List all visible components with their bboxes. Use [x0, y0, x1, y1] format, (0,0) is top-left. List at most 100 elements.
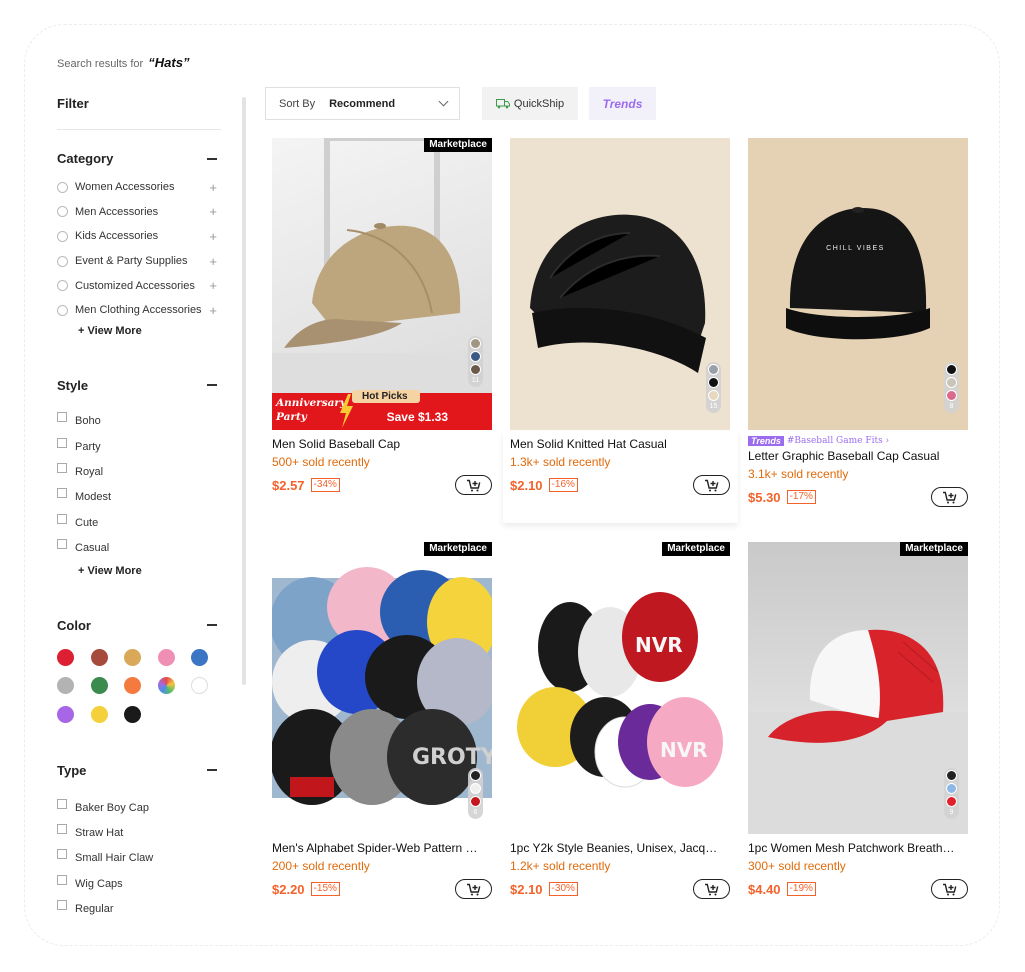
- expand-plus-icon[interactable]: +: [209, 229, 217, 244]
- trends-tag[interactable]: Trends #Baseball Game Fits ›: [748, 436, 968, 446]
- category-item[interactable]: Men Accessories +: [57, 200, 221, 225]
- type-item[interactable]: Baker Boy Cap: [57, 795, 221, 820]
- product-card[interactable]: 15 Men Solid Knitted Hat Casual 1.3k+ so…: [510, 138, 730, 495]
- style-view-more[interactable]: + View More: [78, 565, 221, 577]
- color-dot[interactable]: [470, 364, 481, 375]
- color-swatch[interactable]: [57, 705, 74, 723]
- add-to-cart-button[interactable]: [693, 475, 730, 495]
- color-dot[interactable]: [708, 364, 719, 375]
- trends-button[interactable]: Trends: [589, 87, 656, 120]
- style-item[interactable]: Modest: [57, 485, 221, 510]
- expand-plus-icon[interactable]: +: [209, 254, 217, 269]
- color-dot[interactable]: [470, 796, 481, 807]
- color-dot[interactable]: [470, 783, 481, 794]
- color-dot[interactable]: [946, 783, 957, 794]
- radio-icon[interactable]: [57, 206, 68, 218]
- color-swatch[interactable]: [90, 705, 108, 723]
- checkbox[interactable]: [57, 900, 67, 911]
- checkbox[interactable]: [57, 488, 67, 499]
- collapse-icon[interactable]: [207, 769, 217, 772]
- style-item[interactable]: Cute: [57, 510, 221, 535]
- color-dot[interactable]: [946, 377, 957, 388]
- style-header[interactable]: Style: [57, 378, 221, 393]
- color-swatch[interactable]: [90, 648, 108, 666]
- color-swatch[interactable]: [57, 677, 74, 695]
- add-to-cart-button[interactable]: [931, 487, 968, 507]
- category-item[interactable]: Event & Party Supplies +: [57, 249, 221, 274]
- add-to-cart-button[interactable]: [693, 879, 730, 899]
- checkbox[interactable]: [57, 539, 67, 550]
- type-item[interactable]: Small Hair Claw: [57, 846, 221, 871]
- collapse-icon[interactable]: [207, 384, 217, 387]
- category-item[interactable]: Customized Accessories +: [57, 273, 221, 298]
- color-dot[interactable]: [470, 338, 481, 349]
- type-item[interactable]: Straw Hat: [57, 820, 221, 845]
- color-swatch[interactable]: [90, 677, 108, 695]
- product-title[interactable]: Letter Graphic Baseball Cap Casual: [748, 449, 968, 463]
- type-item[interactable]: Wig Caps: [57, 871, 221, 896]
- product-image[interactable]: GROTY Marketplace 6: [272, 542, 492, 834]
- category-item[interactable]: Women Accessories +: [57, 175, 221, 200]
- expand-plus-icon[interactable]: +: [209, 278, 217, 293]
- color-dot[interactable]: [470, 351, 481, 362]
- color-options[interactable]: 6: [468, 768, 483, 819]
- add-to-cart-button[interactable]: [931, 879, 968, 899]
- sidebar-scrollbar[interactable]: [242, 97, 246, 685]
- color-swatch[interactable]: [124, 705, 141, 723]
- product-image[interactable]: NVR NVR Marketplace: [510, 542, 730, 834]
- trends-hashtag[interactable]: #Baseball Game Fits ›: [787, 436, 889, 446]
- collapse-icon[interactable]: [207, 624, 217, 627]
- category-item[interactable]: Kids Accessories +: [57, 224, 221, 249]
- radio-icon[interactable]: [57, 280, 68, 292]
- product-image[interactable]: Marketplace 11 Anniversary Party Hot Pick…: [272, 138, 492, 430]
- color-swatch[interactable]: [124, 677, 141, 695]
- color-dot[interactable]: [470, 770, 481, 781]
- style-item[interactable]: Casual: [57, 536, 221, 561]
- checkbox[interactable]: [57, 823, 67, 834]
- product-image[interactable]: Marketplace 9: [748, 542, 968, 834]
- checkbox[interactable]: [57, 412, 67, 423]
- color-options[interactable]: 11: [468, 336, 483, 387]
- type-header[interactable]: Type: [57, 763, 221, 778]
- sort-by-dropdown[interactable]: Sort By Recommend: [265, 87, 460, 120]
- color-swatch[interactable]: [57, 648, 74, 666]
- checkbox[interactable]: [57, 874, 67, 885]
- color-swatch[interactable]: [124, 648, 141, 666]
- quickship-button[interactable]: QuickShip: [482, 87, 578, 120]
- product-title[interactable]: Men Solid Knitted Hat Casual: [510, 437, 730, 451]
- product-title[interactable]: Men Solid Baseball Cap: [272, 437, 492, 451]
- expand-plus-icon[interactable]: +: [209, 180, 217, 195]
- collapse-icon[interactable]: [207, 157, 217, 160]
- radio-icon[interactable]: [57, 230, 68, 242]
- radio-icon[interactable]: [57, 304, 68, 316]
- category-view-more[interactable]: + View More: [78, 325, 221, 337]
- color-options[interactable]: 8: [944, 362, 959, 413]
- color-swatch[interactable]: [191, 648, 208, 666]
- color-options[interactable]: 9: [944, 768, 959, 819]
- product-card[interactable]: CHILL VIBES 8 Trends #Baseball Game Fits…: [748, 138, 968, 507]
- style-item[interactable]: Boho: [57, 409, 221, 434]
- product-card[interactable]: Marketplace 9 1pc Women Mesh Patchwork B…: [748, 542, 968, 899]
- expand-plus-icon[interactable]: +: [209, 303, 217, 318]
- product-image[interactable]: 15: [510, 138, 730, 430]
- style-item[interactable]: Party: [57, 434, 221, 459]
- add-to-cart-button[interactable]: [455, 879, 492, 899]
- color-dot[interactable]: [946, 364, 957, 375]
- color-header[interactable]: Color: [57, 618, 221, 633]
- product-card[interactable]: GROTY Marketplace 6 Men's Alphabet Spide…: [272, 542, 492, 899]
- category-item[interactable]: Men Clothing Accessories +: [57, 298, 221, 323]
- radio-icon[interactable]: [57, 181, 68, 193]
- product-title[interactable]: 1pc Women Mesh Patchwork Breath…: [748, 841, 968, 855]
- color-dot[interactable]: [946, 796, 957, 807]
- checkbox[interactable]: [57, 513, 67, 524]
- product-card[interactable]: NVR NVR Marketplace 1pc Y2k Style Beanie…: [510, 542, 730, 899]
- checkbox[interactable]: [57, 849, 67, 860]
- color-dot[interactable]: [946, 770, 957, 781]
- color-swatch[interactable]: [157, 677, 175, 695]
- add-to-cart-button[interactable]: [455, 475, 492, 495]
- type-item[interactable]: Regular: [57, 896, 221, 921]
- product-image[interactable]: CHILL VIBES 8: [748, 138, 968, 430]
- expand-plus-icon[interactable]: +: [209, 204, 217, 219]
- color-dot[interactable]: [946, 390, 957, 401]
- product-card[interactable]: Marketplace 11 Anniversary Party Hot Pick…: [272, 138, 492, 495]
